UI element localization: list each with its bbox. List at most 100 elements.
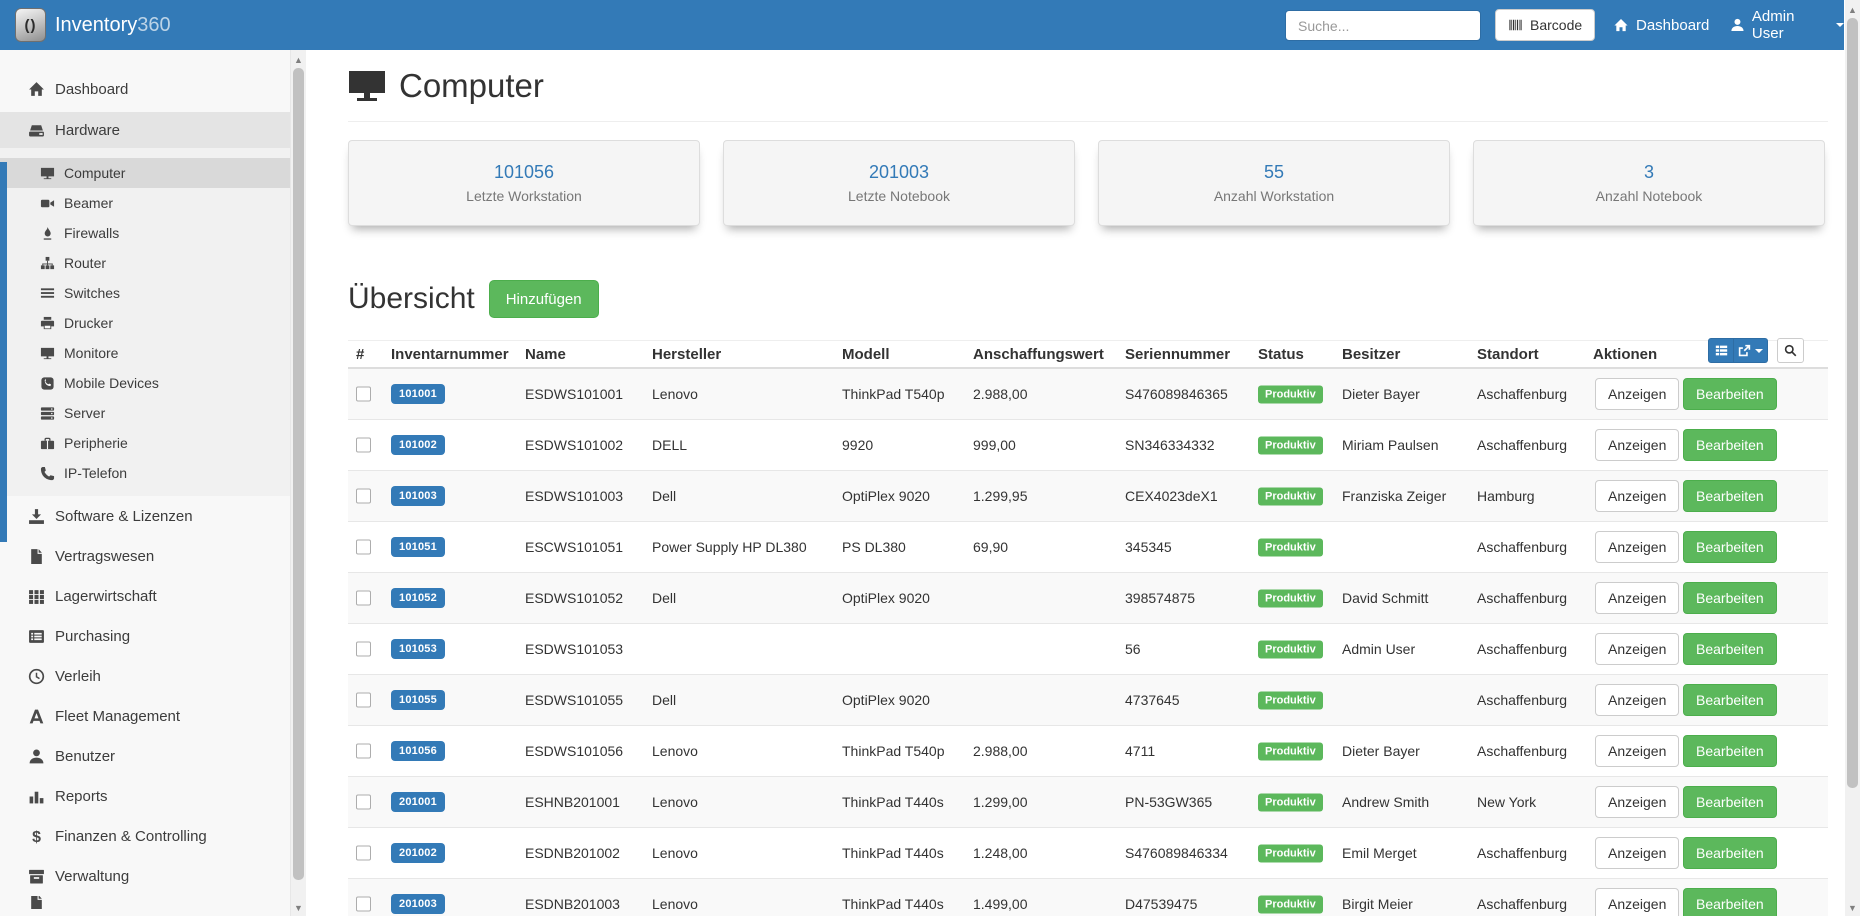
cell-besitzer: Franziska Zeiger [1342, 488, 1446, 504]
sidebar-item-hardware[interactable]: Hardware [0, 112, 290, 148]
row-checkbox[interactable] [356, 846, 371, 861]
row-checkbox[interactable] [356, 489, 371, 504]
sidebar-item-finanzen-controlling[interactable]: $Finanzen & Controlling [0, 816, 290, 856]
inventory-number-badge[interactable]: 101055 [391, 690, 445, 710]
sidebar-scrollbar-thumb[interactable] [293, 68, 304, 880]
barcode-icon [1508, 18, 1523, 32]
row-checkbox[interactable] [356, 642, 371, 657]
edit-button[interactable]: Bearbeiten [1683, 378, 1777, 410]
inventory-number-badge[interactable]: 101051 [391, 537, 445, 557]
inventory-number-badge[interactable]: 101002 [391, 435, 445, 455]
stat-label: Anzahl Notebook [1596, 188, 1703, 204]
show-button[interactable]: Anzeigen [1595, 633, 1679, 665]
stat-card: 3 Anzahl Notebook [1473, 140, 1825, 226]
cell-hersteller: Dell [652, 488, 676, 504]
edit-button[interactable]: Bearbeiten [1683, 735, 1777, 767]
sidebar-item-purchasing[interactable]: Purchasing [0, 616, 290, 656]
edit-button[interactable]: Bearbeiten [1683, 480, 1777, 512]
inventory-number-badge[interactable]: 201001 [391, 792, 445, 812]
status-badge: Produktiv [1258, 794, 1323, 812]
show-button[interactable]: Anzeigen [1595, 888, 1679, 916]
add-button[interactable]: Hinzufügen [489, 280, 599, 318]
inventory-number-badge[interactable]: 101003 [391, 486, 445, 506]
table-search-button[interactable] [1777, 338, 1804, 363]
sidebar-item-benutzer[interactable]: Benutzer [0, 736, 290, 776]
sidebar-item-lagerwirtschaft[interactable]: Lagerwirtschaft [0, 576, 290, 616]
page-scrollbar-thumb[interactable] [1847, 18, 1858, 788]
sidebar-item-dashboard[interactable]: Dashboard [0, 72, 290, 106]
row-checkbox[interactable] [356, 540, 371, 555]
brand[interactable]: () Inventory360 [15, 8, 171, 42]
user-menu[interactable]: Admin User [1730, 0, 1844, 50]
cell-hersteller: Lenovo [652, 845, 698, 861]
search-input[interactable] [1285, 10, 1481, 41]
show-button[interactable]: Anzeigen [1595, 582, 1679, 614]
sidebar-item-vertragswesen[interactable]: Vertragswesen [0, 536, 290, 576]
sidebar-item-reports[interactable]: Reports [0, 776, 290, 816]
table-list-button[interactable] [1708, 338, 1734, 363]
sidebar-subitem-mobile-devices[interactable]: Mobile Devices [0, 368, 290, 398]
show-button[interactable]: Anzeigen [1595, 837, 1679, 869]
cell-besitzer: Dieter Bayer [1342, 743, 1420, 759]
sidebar-subitem-peripherie[interactable]: Peripherie [0, 428, 290, 458]
scroll-down-icon[interactable]: ▼ [291, 900, 306, 916]
row-checkbox[interactable] [356, 897, 371, 912]
show-button[interactable]: Anzeigen [1595, 735, 1679, 767]
inventory-number-badge[interactable]: 101052 [391, 588, 445, 608]
inventory-number-badge[interactable]: 101056 [391, 741, 445, 761]
edit-button[interactable]: Bearbeiten [1683, 684, 1777, 716]
sidebar-subitem-firewalls[interactable]: Firewalls [0, 218, 290, 248]
sidebar-scrollbar[interactable]: ▲ ▼ [291, 50, 306, 916]
row-checkbox[interactable] [356, 744, 371, 759]
inventory-number-badge[interactable]: 201003 [391, 894, 445, 914]
page-scrollbar[interactable]: ▲ ▼ [1845, 0, 1860, 916]
row-checkbox[interactable] [356, 591, 371, 606]
show-button[interactable]: Anzeigen [1595, 531, 1679, 563]
sidebar-item-software-lizenzen[interactable]: Software & Lizenzen [0, 496, 290, 536]
edit-button[interactable]: Bearbeiten [1683, 837, 1777, 869]
inventory-number-badge[interactable]: 101053 [391, 639, 445, 659]
stat-value-link[interactable]: 101056 [494, 162, 554, 183]
scroll-down-icon[interactable]: ▼ [1845, 900, 1860, 916]
sidebar-subitem-monitore[interactable]: Monitore [0, 338, 290, 368]
sidebar-item-fleet-management[interactable]: Fleet Management [0, 696, 290, 736]
row-checkbox[interactable] [356, 387, 371, 402]
inventory-number-badge[interactable]: 101001 [391, 384, 445, 404]
status-badge: Produktiv [1258, 386, 1323, 404]
row-checkbox[interactable] [356, 795, 371, 810]
sidebar-item-partial[interactable] [0, 896, 290, 909]
export-button[interactable] [1734, 338, 1768, 363]
sidebar-item-verwaltung[interactable]: Verwaltung [0, 856, 290, 896]
edit-button[interactable]: Bearbeiten [1683, 888, 1777, 916]
row-checkbox[interactable] [356, 693, 371, 708]
stat-value-link[interactable]: 55 [1264, 162, 1284, 183]
scroll-up-icon[interactable]: ▲ [291, 52, 306, 68]
stat-value-link[interactable]: 3 [1644, 162, 1654, 183]
sidebar-subitem-router[interactable]: Router [0, 248, 290, 278]
sidebar-subitem-drucker[interactable]: Drucker [0, 308, 290, 338]
sidebar-subitem-switches[interactable]: Switches [0, 278, 290, 308]
edit-button[interactable]: Bearbeiten [1683, 786, 1777, 818]
sidebar-subitem-server[interactable]: Server [0, 398, 290, 428]
sidebar-item-verleih[interactable]: Verleih [0, 656, 290, 696]
edit-button[interactable]: Bearbeiten [1683, 633, 1777, 665]
cell-name: ESDNB201002 [525, 845, 620, 861]
nav-dashboard-link[interactable]: Dashboard [1613, 0, 1709, 50]
edit-button[interactable]: Bearbeiten [1683, 531, 1777, 563]
scroll-up-icon[interactable]: ▲ [1845, 2, 1860, 18]
search-icon [1784, 344, 1797, 357]
show-button[interactable]: Anzeigen [1595, 480, 1679, 512]
edit-button[interactable]: Bearbeiten [1683, 429, 1777, 461]
barcode-button[interactable]: Barcode [1495, 9, 1595, 41]
stat-value-link[interactable]: 201003 [869, 162, 929, 183]
inventory-number-badge[interactable]: 201002 [391, 843, 445, 863]
sidebar-subitem-ip-telefon[interactable]: IP-Telefon [0, 458, 290, 488]
sidebar-subitem-computer[interactable]: Computer [0, 158, 290, 188]
show-button[interactable]: Anzeigen [1595, 684, 1679, 716]
show-button[interactable]: Anzeigen [1595, 378, 1679, 410]
sidebar-subitem-beamer[interactable]: Beamer [0, 188, 290, 218]
show-button[interactable]: Anzeigen [1595, 786, 1679, 818]
show-button[interactable]: Anzeigen [1595, 429, 1679, 461]
edit-button[interactable]: Bearbeiten [1683, 582, 1777, 614]
row-checkbox[interactable] [356, 438, 371, 453]
